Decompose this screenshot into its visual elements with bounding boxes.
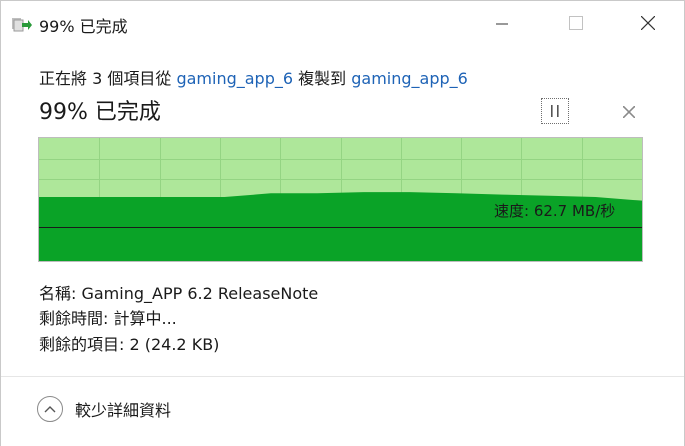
close-button[interactable] [625, 1, 671, 47]
cancel-icon [622, 103, 636, 122]
progress-title: 99% 已完成 [39, 100, 161, 125]
speed-label: 速度: 62.7 MB/秒 [494, 202, 616, 220]
copy-status-line: 正在將 3 個項目從 gaming_app_6 複製到 gaming_app_6 [39, 65, 468, 89]
items-remaining: 剩餘的項目: 2 (24.2 KB) [39, 335, 220, 354]
maximize-button[interactable] [553, 1, 599, 47]
copy-middle: 複製到 [293, 69, 352, 88]
pause-button[interactable] [541, 98, 569, 124]
maximize-icon [569, 15, 583, 34]
less-details-button[interactable]: 較少詳細資料 [37, 396, 171, 422]
pause-icon [550, 102, 560, 121]
copy-prefix: 正在將 3 個項目從 [39, 69, 177, 88]
minimize-icon [496, 15, 508, 34]
cancel-button[interactable] [618, 101, 640, 123]
source-folder-link[interactable]: gaming_app_6 [176, 69, 293, 88]
window-title: 99% 已完成 [39, 17, 128, 36]
title-bar: 99% 已完成 [1, 1, 684, 47]
transfer-speed-graph: 速度: 62.7 MB/秒 [38, 137, 643, 262]
less-details-label: 較少詳細資料 [75, 401, 172, 420]
copy-progress-icon [11, 14, 33, 34]
destination-folder-link[interactable]: gaming_app_6 [351, 69, 468, 88]
copy-progress-dialog: 99% 已完成 正在將 3 個項目從 gaming_app_6 複製到 gami… [0, 0, 685, 446]
chevron-up-icon [37, 396, 63, 422]
minimize-button[interactable] [479, 1, 525, 47]
file-name: 名稱: Gaming_APP 6.2 ReleaseNote [39, 284, 319, 303]
close-icon [640, 15, 656, 34]
time-remaining: 剩餘時間: 計算中... [39, 309, 177, 328]
footer: 較少詳細資料 [1, 376, 684, 446]
